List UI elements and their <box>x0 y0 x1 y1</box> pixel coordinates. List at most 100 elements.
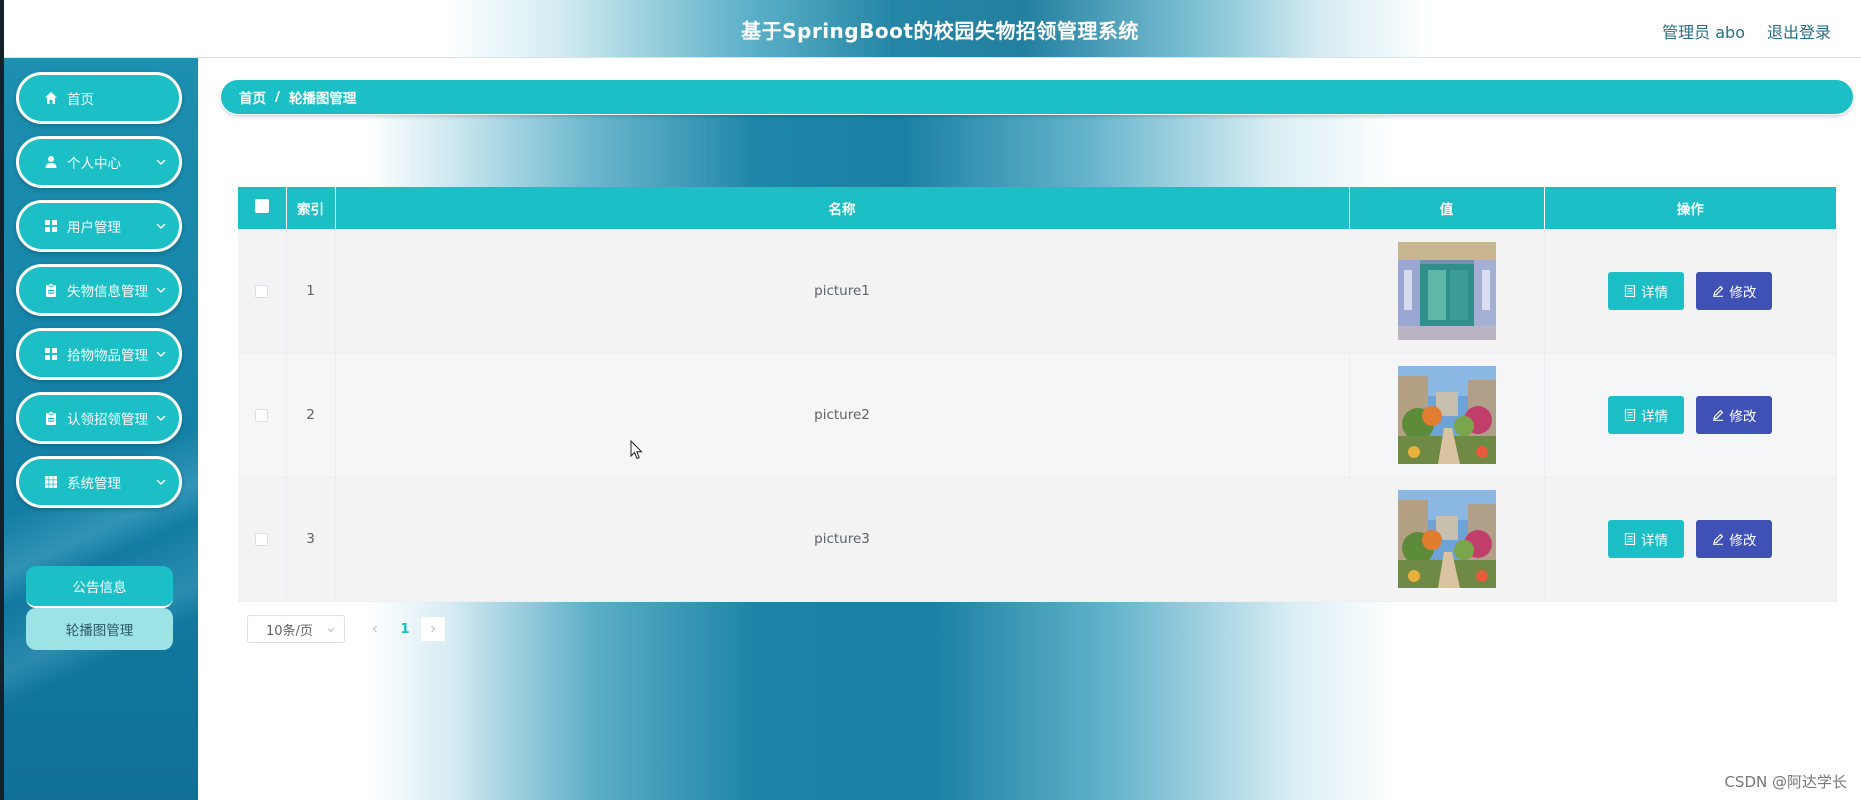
page-size-value: 10条/页 <box>266 623 313 639</box>
table-row: 3 picture3 详情 修改 <box>238 477 1837 602</box>
campus-garden-photo-thumbnail <box>1397 366 1496 464</box>
chevron-down-icon <box>156 351 166 357</box>
row-checkbox[interactable] <box>255 284 269 298</box>
chevron-right-icon <box>431 625 436 633</box>
row-index: 3 <box>286 477 336 602</box>
select-all-checkbox[interactable] <box>254 198 269 213</box>
carousel-table: 索引 名称 值 操作 1 picture1 详情 修改 2 picture2 详… <box>238 187 1837 602</box>
background-decoration <box>366 586 1396 800</box>
chevron-down-icon <box>156 415 166 421</box>
app-title: 基于SpringBoot的校园失物招领管理系统 <box>741 19 1139 43</box>
document-icon <box>1624 409 1636 421</box>
row-checkbox[interactable] <box>255 408 269 422</box>
home-icon <box>43 90 59 106</box>
row-select-cell <box>238 477 287 602</box>
sidebar-item-label: 用户管理 <box>67 220 121 236</box>
edit-button-label: 修改 <box>1729 533 1757 549</box>
table-row: 2 picture2 详情 修改 <box>238 353 1837 478</box>
detail-button[interactable]: 详情 <box>1608 396 1685 434</box>
sidebar-item-label: 个人中心 <box>67 156 121 172</box>
current-user-label: 管理员 abo <box>1662 23 1745 42</box>
user-icon <box>43 154 59 170</box>
apps-icon <box>43 474 59 490</box>
sidebar-item-lost-items[interactable]: 失物信息管理 <box>16 264 182 316</box>
edit-button[interactable]: 修改 <box>1696 520 1773 558</box>
sidebar-item-label: 首页 <box>67 92 94 108</box>
main-content: 首页 / 轮播图管理 索引 名称 值 操作 1 picture1 详情 修改 2… <box>198 58 1861 800</box>
column-header-value: 值 <box>1349 187 1545 230</box>
sidebar-item-personal-center[interactable]: 个人中心 <box>16 136 182 188</box>
sidebar-item-label: 系统管理 <box>67 476 121 492</box>
row-value-cell <box>1349 477 1545 602</box>
sidebar-item-label: 拾物物品管理 <box>67 348 148 364</box>
table-header-row: 索引 名称 值 操作 <box>238 187 1837 230</box>
row-index: 1 <box>286 229 336 354</box>
logout-link[interactable]: 退出登录 <box>1767 19 1831 43</box>
chevron-down-icon <box>156 223 166 229</box>
chevron-down-icon <box>156 287 166 293</box>
page-number-current[interactable]: 1 <box>393 617 417 641</box>
row-name: picture3 <box>335 477 1350 602</box>
detail-button-label: 详情 <box>1641 409 1669 425</box>
row-select-cell <box>238 229 287 354</box>
submenu-item-carousel-management[interactable]: 轮播图管理 <box>26 608 173 650</box>
edit-pencil-icon <box>1713 533 1724 545</box>
prev-page-button[interactable] <box>363 617 387 641</box>
grid-icon <box>43 218 59 234</box>
sidebar-item-user-management[interactable]: 用户管理 <box>16 200 182 252</box>
row-actions-cell: 详情 修改 <box>1544 229 1837 354</box>
row-actions-cell: 详情 修改 <box>1544 353 1837 478</box>
row-value-cell <box>1349 229 1545 354</box>
breadcrumb-separator: / <box>275 89 280 105</box>
chevron-down-icon <box>327 628 335 633</box>
edit-pencil-icon <box>1713 409 1724 421</box>
detail-button-label: 详情 <box>1641 285 1669 301</box>
sidebar-item-home[interactable]: 首页 <box>16 72 182 124</box>
edit-button-label: 修改 <box>1729 285 1757 301</box>
detail-button[interactable]: 详情 <box>1608 520 1685 558</box>
row-value-cell <box>1349 353 1545 478</box>
edit-pencil-icon <box>1713 285 1724 297</box>
row-name: picture2 <box>335 353 1350 478</box>
row-actions-cell: 详情 修改 <box>1544 477 1837 602</box>
clipboard-icon <box>43 282 59 298</box>
sidebar-item-found-items[interactable]: 拾物物品管理 <box>16 328 182 380</box>
sidebar-item-system-management[interactable]: 系统管理 <box>16 456 182 508</box>
column-header-index: 索引 <box>286 187 336 230</box>
document-icon <box>1624 285 1636 297</box>
chevron-left-icon <box>372 625 377 633</box>
column-header-name: 名称 <box>335 187 1350 230</box>
sidebar-item-label: 认领招领管理 <box>67 412 148 428</box>
row-index: 2 <box>286 353 336 478</box>
top-header: 基于SpringBoot的校园失物招领管理系统 管理员 abo 退出登录 <box>0 0 1861 58</box>
breadcrumb-home-link[interactable]: 首页 <box>239 87 266 107</box>
watermark: CSDN @阿达学长 <box>1724 773 1847 791</box>
page-size-select[interactable]: 10条/页 <box>247 615 345 643</box>
chevron-down-icon <box>156 479 166 485</box>
table-row: 1 picture1 详情 修改 <box>238 229 1837 354</box>
edit-button[interactable]: 修改 <box>1696 272 1773 310</box>
clipboard-icon <box>43 410 59 426</box>
row-select-cell <box>238 353 287 478</box>
edit-button[interactable]: 修改 <box>1696 396 1773 434</box>
breadcrumb-current: 轮播图管理 <box>288 91 357 107</box>
chevron-down-icon <box>156 159 166 165</box>
breadcrumb: 首页 / 轮播图管理 <box>220 79 1854 115</box>
campus-garden-photo-thumbnail <box>1397 490 1496 588</box>
select-all-cell <box>238 187 287 230</box>
detail-button[interactable]: 详情 <box>1608 272 1685 310</box>
sidebar-item-claim-management[interactable]: 认领招领管理 <box>16 392 182 444</box>
row-checkbox[interactable] <box>255 532 269 546</box>
column-header-actions: 操作 <box>1544 187 1837 230</box>
edit-button-label: 修改 <box>1729 409 1757 425</box>
sidebar-item-label: 失物信息管理 <box>67 284 148 300</box>
document-icon <box>1624 533 1636 545</box>
pagination: 10条/页 1 <box>247 615 445 643</box>
corridor-photo-thumbnail <box>1397 242 1496 340</box>
submenu-item-announcements[interactable]: 公告信息 <box>26 566 173 608</box>
sidebar: 首页 个人中心 用户管理 失物信息管理 拾物物品管理 认领招领管理 系统管理 公… <box>0 58 198 800</box>
grid-icon <box>43 346 59 362</box>
row-name: picture1 <box>335 229 1350 354</box>
mouse-cursor-icon <box>630 440 643 460</box>
next-page-button[interactable] <box>421 617 445 641</box>
